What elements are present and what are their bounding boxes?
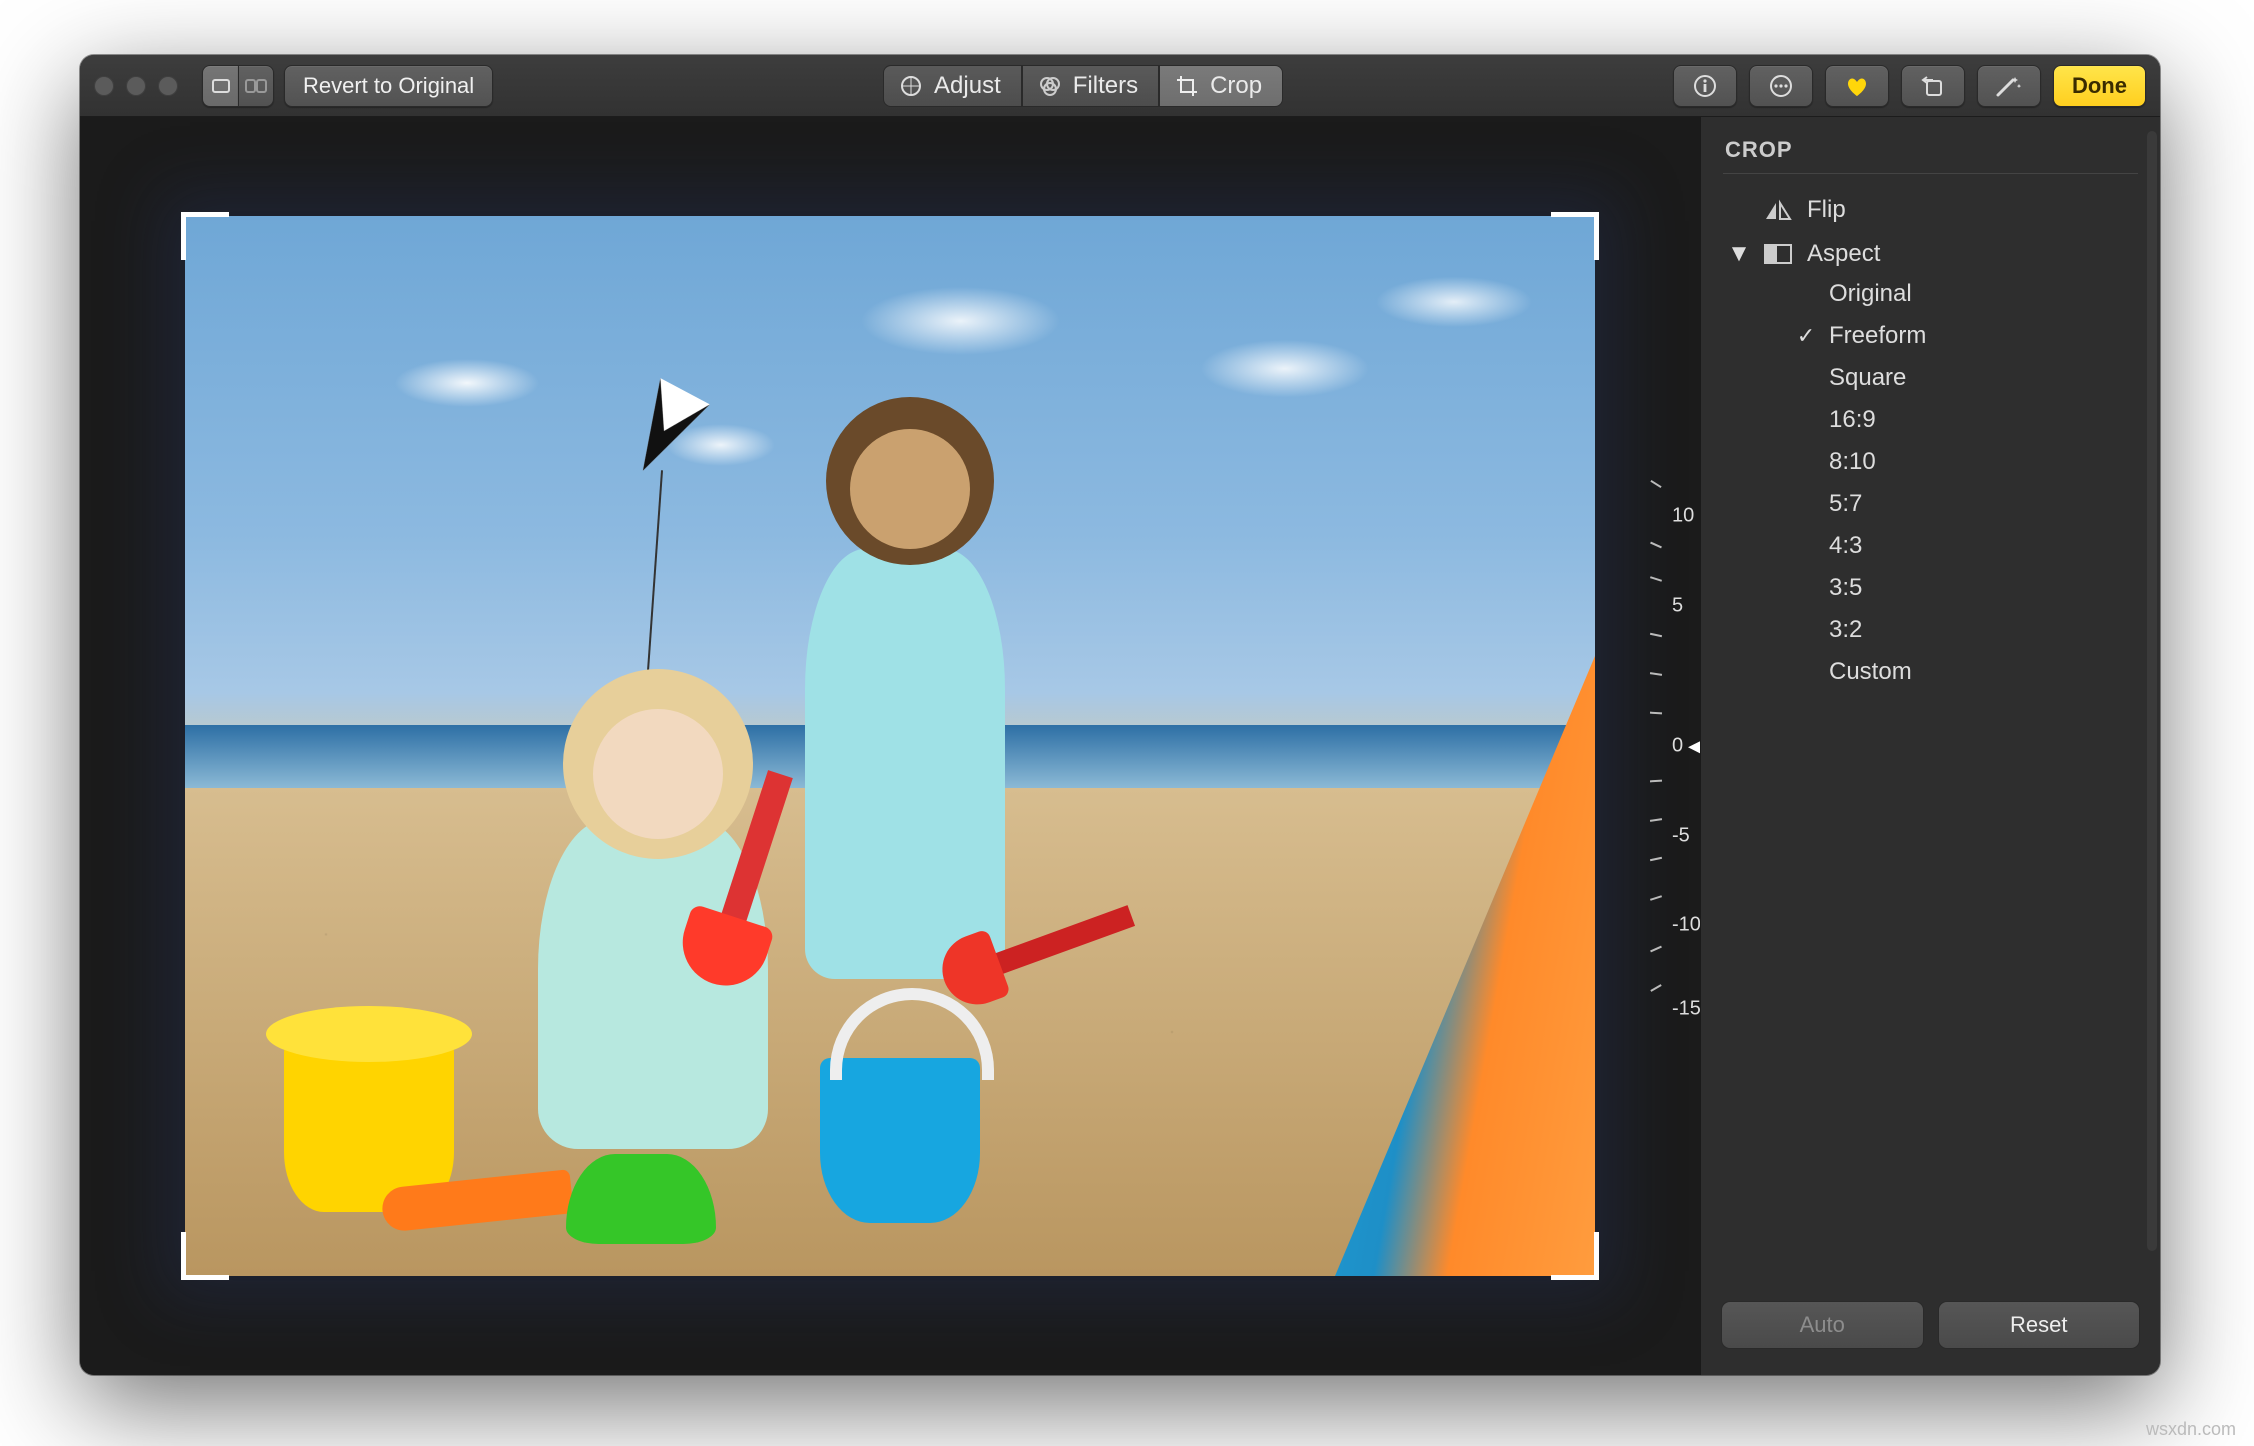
aspect-option-label: 16:9 — [1829, 406, 1876, 434]
tab-adjust[interactable]: Adjust — [883, 65, 1022, 107]
favorite-button[interactable] — [1825, 65, 1889, 107]
aspect-option-16-9[interactable]: 16:9 — [1787, 402, 2144, 438]
dial-label-m5: -5 — [1672, 824, 1690, 847]
crop-handle-bottom-right[interactable] — [1551, 1232, 1599, 1280]
photo-preview[interactable] — [185, 216, 1595, 1276]
photo-object-child-standing — [805, 549, 1005, 979]
revert-label: Revert to Original — [303, 73, 474, 99]
dial-label-5: 5 — [1672, 595, 1683, 618]
flip-label: Flip — [1807, 196, 1846, 224]
disclosure-triangle-icon[interactable]: ▼ — [1729, 240, 1749, 268]
straighten-dial[interactable]: 10 5 0 ◀ -5 -10 -15 — [1600, 466, 1700, 1026]
view-mode-toggle — [202, 65, 274, 107]
window-controls — [94, 76, 178, 96]
photo-object-blue-bucket — [820, 1058, 980, 1223]
aspect-option-square[interactable]: Square — [1787, 360, 2144, 396]
tab-filters[interactable]: Filters — [1022, 65, 1159, 107]
edit-tabs: Adjust Filters Crop — [883, 65, 1283, 107]
crop-sidebar: CROP Flip ▼ Aspect Original — [1700, 117, 2160, 1375]
toolbar-right: Done — [1673, 65, 2146, 107]
aspect-option-3-5[interactable]: 3:5 — [1787, 570, 2144, 606]
panel-divider — [1723, 173, 2138, 174]
aspect-option-label: Freeform — [1829, 322, 1926, 350]
dial-label-m10: -10 — [1672, 914, 1700, 937]
auto-button[interactable]: Auto — [1721, 1301, 1924, 1349]
sidebar-scrollbar[interactable] — [2147, 131, 2157, 1251]
tab-crop-label: Crop — [1210, 72, 1262, 100]
aspect-option-original[interactable]: Original — [1787, 276, 2144, 312]
adjust-icon — [898, 73, 924, 99]
dial-label-0: 0 — [1672, 735, 1683, 758]
aspect-option-8-10[interactable]: 8:10 — [1787, 444, 2144, 480]
tab-crop[interactable]: Crop — [1159, 65, 1283, 107]
minimize-window-button[interactable] — [126, 76, 146, 96]
aspect-icon — [1763, 244, 1793, 264]
revert-to-original-button[interactable]: Revert to Original — [284, 65, 493, 107]
watermark-text: wsxdn.com — [2146, 1419, 2236, 1440]
photo-canvas[interactable]: 10 5 0 ◀ -5 -10 -15 — [80, 117, 1700, 1375]
enhance-button[interactable] — [1977, 65, 2041, 107]
filters-icon — [1037, 73, 1063, 99]
zoom-window-button[interactable] — [158, 76, 178, 96]
aspect-option-4-3[interactable]: 4:3 — [1787, 528, 2144, 564]
single-view-button[interactable] — [202, 65, 238, 107]
aspect-option-5-7[interactable]: 5:7 — [1787, 486, 2144, 522]
done-label: Done — [2072, 73, 2127, 99]
compare-view-button[interactable] — [238, 65, 274, 107]
aspect-label: Aspect — [1807, 240, 1880, 268]
aspect-option-label: 3:5 — [1829, 574, 1862, 602]
sidebar-footer: Auto Reset — [1717, 1291, 2144, 1359]
aspect-row[interactable]: ▼ Aspect — [1717, 232, 2144, 276]
tab-adjust-label: Adjust — [934, 72, 1001, 100]
aspect-option-label: 5:7 — [1829, 490, 1862, 518]
tab-filters-label: Filters — [1073, 72, 1138, 100]
panel-title: CROP — [1725, 137, 2136, 163]
dial-label-10: 10 — [1672, 505, 1694, 528]
aspect-option-label: 3:2 — [1829, 616, 1862, 644]
aspect-option-label: Square — [1829, 364, 1906, 392]
checkmark-icon: ✓ — [1795, 323, 1817, 349]
photos-edit-window: Revert to Original Adjust Filters Crop — [80, 55, 2160, 1375]
aspect-option-freeform[interactable]: ✓ Freeform — [1787, 318, 2144, 354]
crop-handle-top-right[interactable] — [1551, 212, 1599, 260]
aspect-option-custom[interactable]: Custom — [1787, 654, 2144, 690]
auto-label: Auto — [1800, 1312, 1845, 1338]
close-window-button[interactable] — [94, 76, 114, 96]
flip-row[interactable]: Flip — [1717, 188, 2144, 232]
dial-pointer-icon: ◀ — [1688, 733, 1700, 759]
aspect-option-label: Original — [1829, 280, 1912, 308]
aspect-option-label: Custom — [1829, 658, 1912, 686]
reset-button[interactable]: Reset — [1938, 1301, 2141, 1349]
more-button[interactable] — [1749, 65, 1813, 107]
reset-label: Reset — [2010, 1312, 2067, 1338]
aspect-option-label: 4:3 — [1829, 532, 1862, 560]
crop-icon — [1174, 73, 1200, 99]
rotate-button[interactable] — [1901, 65, 1965, 107]
aspect-option-3-2[interactable]: 3:2 — [1787, 612, 2144, 648]
photo-object-green-sieve — [566, 1154, 716, 1244]
crop-handle-top-left[interactable] — [181, 212, 229, 260]
info-button[interactable] — [1673, 65, 1737, 107]
titlebar: Revert to Original Adjust Filters Crop — [80, 55, 2160, 117]
done-button[interactable]: Done — [2053, 65, 2146, 107]
dial-label-m15: -15 — [1672, 998, 1700, 1021]
content-area: 10 5 0 ◀ -5 -10 -15 CROP — [80, 117, 2160, 1375]
aspect-options: Original ✓ Freeform Square 16:9 8:10 — [1787, 276, 2144, 690]
aspect-option-label: 8:10 — [1829, 448, 1876, 476]
crop-handle-bottom-left[interactable] — [181, 1232, 229, 1280]
flip-icon — [1763, 199, 1793, 221]
